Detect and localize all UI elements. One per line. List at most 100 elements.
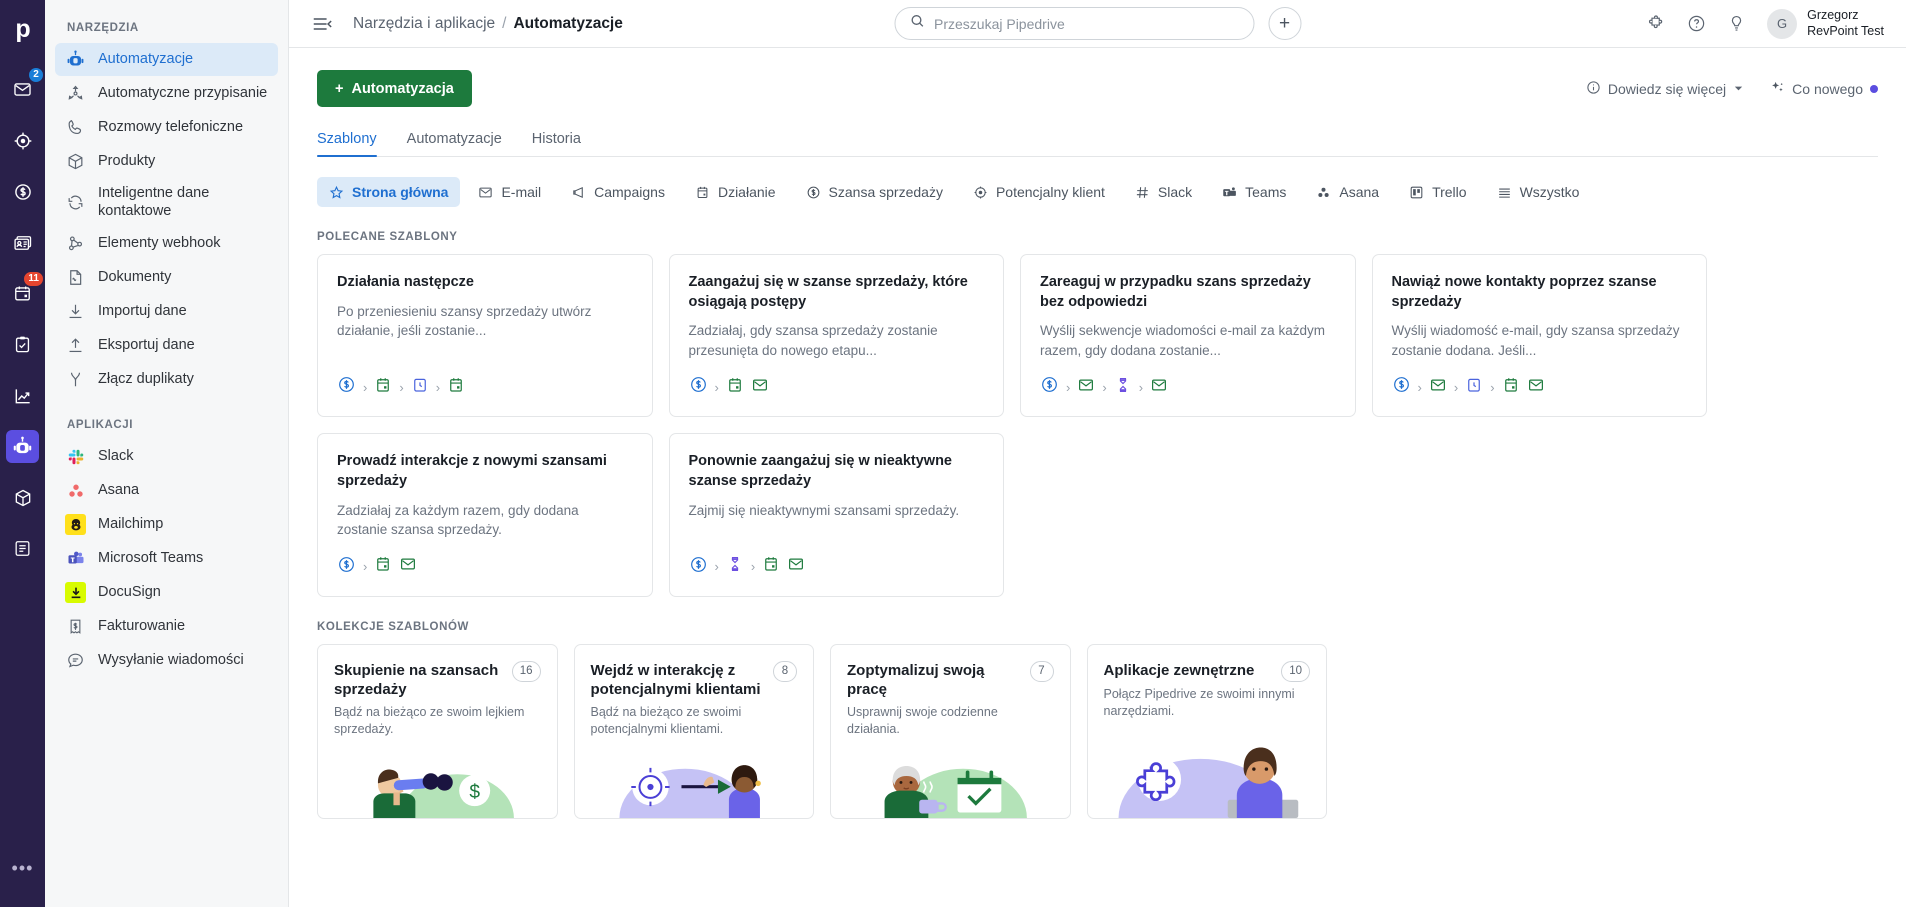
sidebar-item-microsoft-teams[interactable]: Microsoft Teams — [55, 542, 278, 575]
sidebar-item-rozmowy-telefoniczne[interactable]: Rozmowy telefoniczne — [55, 111, 278, 144]
rail-item-leads[interactable] — [6, 124, 39, 157]
list-icon — [1497, 185, 1512, 200]
chip-label: Wszystko — [1519, 184, 1580, 200]
tab-historia[interactable]: Historia — [532, 131, 581, 156]
chip-email[interactable]: E-mail — [466, 177, 553, 207]
sidebar-item-slack[interactable]: Slack — [55, 440, 278, 473]
sidebar-item-label: Złącz duplikaty — [98, 371, 194, 388]
rail-item-products[interactable] — [6, 481, 39, 514]
sidebar-item-fakturowanie[interactable]: Fakturowanie — [55, 610, 278, 643]
add-button[interactable]: + — [1268, 7, 1301, 40]
chip-potencjalny-klient[interactable]: Potencjalny klient — [961, 177, 1117, 207]
create-automation-button[interactable]: + Automatyzacja — [317, 70, 472, 107]
search-input[interactable] — [934, 15, 1239, 32]
flow-activity-icon — [762, 555, 780, 578]
avatar: G — [1767, 8, 1798, 39]
chip-slack[interactable]: Slack — [1123, 177, 1204, 207]
flow-deal-icon — [1040, 375, 1059, 399]
flow-hourglass-icon — [726, 555, 744, 578]
sidebar-item-dokumenty[interactable]: Dokumenty — [55, 261, 278, 294]
collection-card[interactable]: Aplikacje zewnętrzne 10 Połącz Pipedrive… — [1086, 643, 1327, 819]
chip-trello[interactable]: Trello — [1397, 177, 1479, 207]
template-card[interactable]: Działania następcze Po przeniesieniu sza… — [317, 254, 653, 418]
flow-arrow-icon: › — [1138, 379, 1144, 395]
whats-new-button[interactable]: Co nowego — [1770, 80, 1878, 98]
sidebar-item-label: Slack — [98, 448, 134, 465]
template-card[interactable]: Nawiąż nowe kontakty poprzez szanse sprz… — [1371, 254, 1707, 418]
flow-delay-icon — [411, 376, 429, 399]
learn-more-button[interactable]: Dowiedz się więcej — [1586, 80, 1744, 98]
chip-strona-glowna[interactable]: Strona główna — [317, 177, 461, 207]
flow-activity-icon — [1502, 376, 1520, 399]
sidebar-item-wysylanie-wiadomosci[interactable]: Wysyłanie wiadomości — [55, 644, 278, 677]
document-icon — [65, 267, 86, 288]
sidebar-item-importuj-dane[interactable]: Importuj dane — [55, 295, 278, 328]
messaging-icon — [65, 650, 86, 671]
chip-label: Teams — [1245, 184, 1287, 200]
user-info: Grzegorz RevPoint Test — [1807, 8, 1884, 39]
collection-card[interactable]: Zoptymalizuj swoją pracę 7 Usprawnij swo… — [830, 643, 1071, 819]
rail-item-campaigns[interactable] — [6, 532, 39, 565]
flow-email-icon — [1150, 376, 1168, 399]
menu-collapse-icon[interactable] — [311, 13, 333, 35]
tab-automatyzacje[interactable]: Automatyzacje — [407, 131, 502, 156]
left-rail: p 2 11 ••• — [0, 0, 45, 907]
sidebar-item-zlacz-duplikaty[interactable]: Złącz duplikaty — [55, 363, 278, 396]
flow-arrow-icon: › — [750, 559, 756, 575]
flow-arrow-icon: › — [1066, 379, 1071, 395]
sidebar-item-elementy-webhook[interactable]: Elementy webhook — [55, 227, 278, 260]
template-description: Wyślij wiadomość e-mail, gdy szansa sprz… — [1391, 323, 1680, 358]
rail-item-deals[interactable] — [6, 175, 39, 208]
chip-label: Działanie — [717, 184, 776, 200]
flow-email-icon — [787, 555, 805, 578]
chip-teams[interactable]: Teams — [1210, 177, 1298, 207]
lightbulb-icon[interactable] — [1727, 14, 1746, 33]
rail-item-calendar[interactable]: 11 — [6, 271, 44, 310]
star-icon — [329, 185, 344, 200]
sidebar-item-automatyzacje[interactable]: Automatyzacje — [55, 43, 278, 76]
sidebar-item-automatyczne-przypisanie[interactable]: Automatyczne przypisanie — [55, 77, 278, 110]
rail-item-mail[interactable]: 2 — [6, 67, 44, 106]
chip-dzialanie[interactable]: Działanie — [683, 177, 788, 207]
sidebar-item-docusign[interactable]: DocuSign — [55, 576, 278, 609]
slack-icon — [1135, 185, 1150, 200]
sidebar-item-inteligentne-dane-kontaktowe[interactable]: Inteligentne dane kontaktowe — [55, 179, 278, 226]
pipedrive-logo[interactable]: p — [0, 9, 45, 49]
sidebar-item-asana[interactable]: Asana — [55, 474, 278, 507]
chip-campaigns[interactable]: Campaigns — [559, 177, 677, 207]
chip-wszystko[interactable]: Wszystko — [1485, 177, 1592, 207]
collection-card[interactable]: Skupienie na szansach sprzedaży 16 Bądź … — [317, 643, 558, 819]
box-icon — [65, 151, 86, 172]
sidebar-item-mailchimp[interactable]: Mailchimp — [55, 508, 278, 541]
chip-szansa-sprzedazy[interactable]: Szansa sprzedaży — [794, 177, 955, 207]
template-card[interactable]: Zareaguj w przypadku szans sprzedaży bez… — [1020, 254, 1356, 418]
sidebar-item-label: Eksportuj dane — [98, 337, 195, 354]
breadcrumb-parent[interactable]: Narzędzia i aplikacje — [353, 15, 495, 33]
svg-text:$: $ — [469, 782, 480, 803]
tab-szablony[interactable]: Szablony — [317, 131, 377, 157]
template-flow: › › › — [1392, 360, 1688, 399]
flow-deal-icon — [337, 375, 356, 399]
sidebar-item-produkty[interactable]: Produkty — [55, 145, 278, 178]
template-card[interactable]: Prowadź interakcje z nowymi szansami spr… — [317, 433, 653, 597]
template-card[interactable]: Ponownie zaangażuj się w nieaktywne szan… — [668, 433, 1004, 597]
template-flow: › › › — [337, 360, 633, 399]
user-menu[interactable]: G Grzegorz RevPoint Test — [1767, 8, 1884, 39]
filter-chip-bar: Strona główna E-mail Campaigns Działanie… — [317, 177, 1878, 207]
sidebar-item-label: Wysyłanie wiadomości — [98, 652, 244, 669]
help-icon[interactable] — [1687, 14, 1706, 33]
rail-item-automations[interactable] — [6, 430, 39, 463]
rail-item-contacts[interactable] — [6, 226, 39, 259]
collection-card[interactable]: Wejdź w interakcję z potencjalnymi klien… — [573, 643, 814, 819]
flow-deal-icon — [689, 375, 708, 399]
chip-asana[interactable]: Asana — [1304, 177, 1391, 207]
rail-more-button[interactable]: ••• — [0, 858, 45, 879]
sidebar-item-eksportuj-dane[interactable]: Eksportuj dane — [55, 329, 278, 362]
puzzle-icon[interactable] — [1647, 14, 1666, 33]
deal-icon — [806, 185, 821, 200]
template-card[interactable]: Zaangażuj się w szanse sprzedaży, które … — [668, 254, 1004, 418]
search-box[interactable] — [894, 7, 1254, 40]
rail-item-insights[interactable] — [6, 379, 39, 412]
teams-logo — [65, 548, 86, 569]
rail-item-activities[interactable] — [6, 328, 39, 361]
